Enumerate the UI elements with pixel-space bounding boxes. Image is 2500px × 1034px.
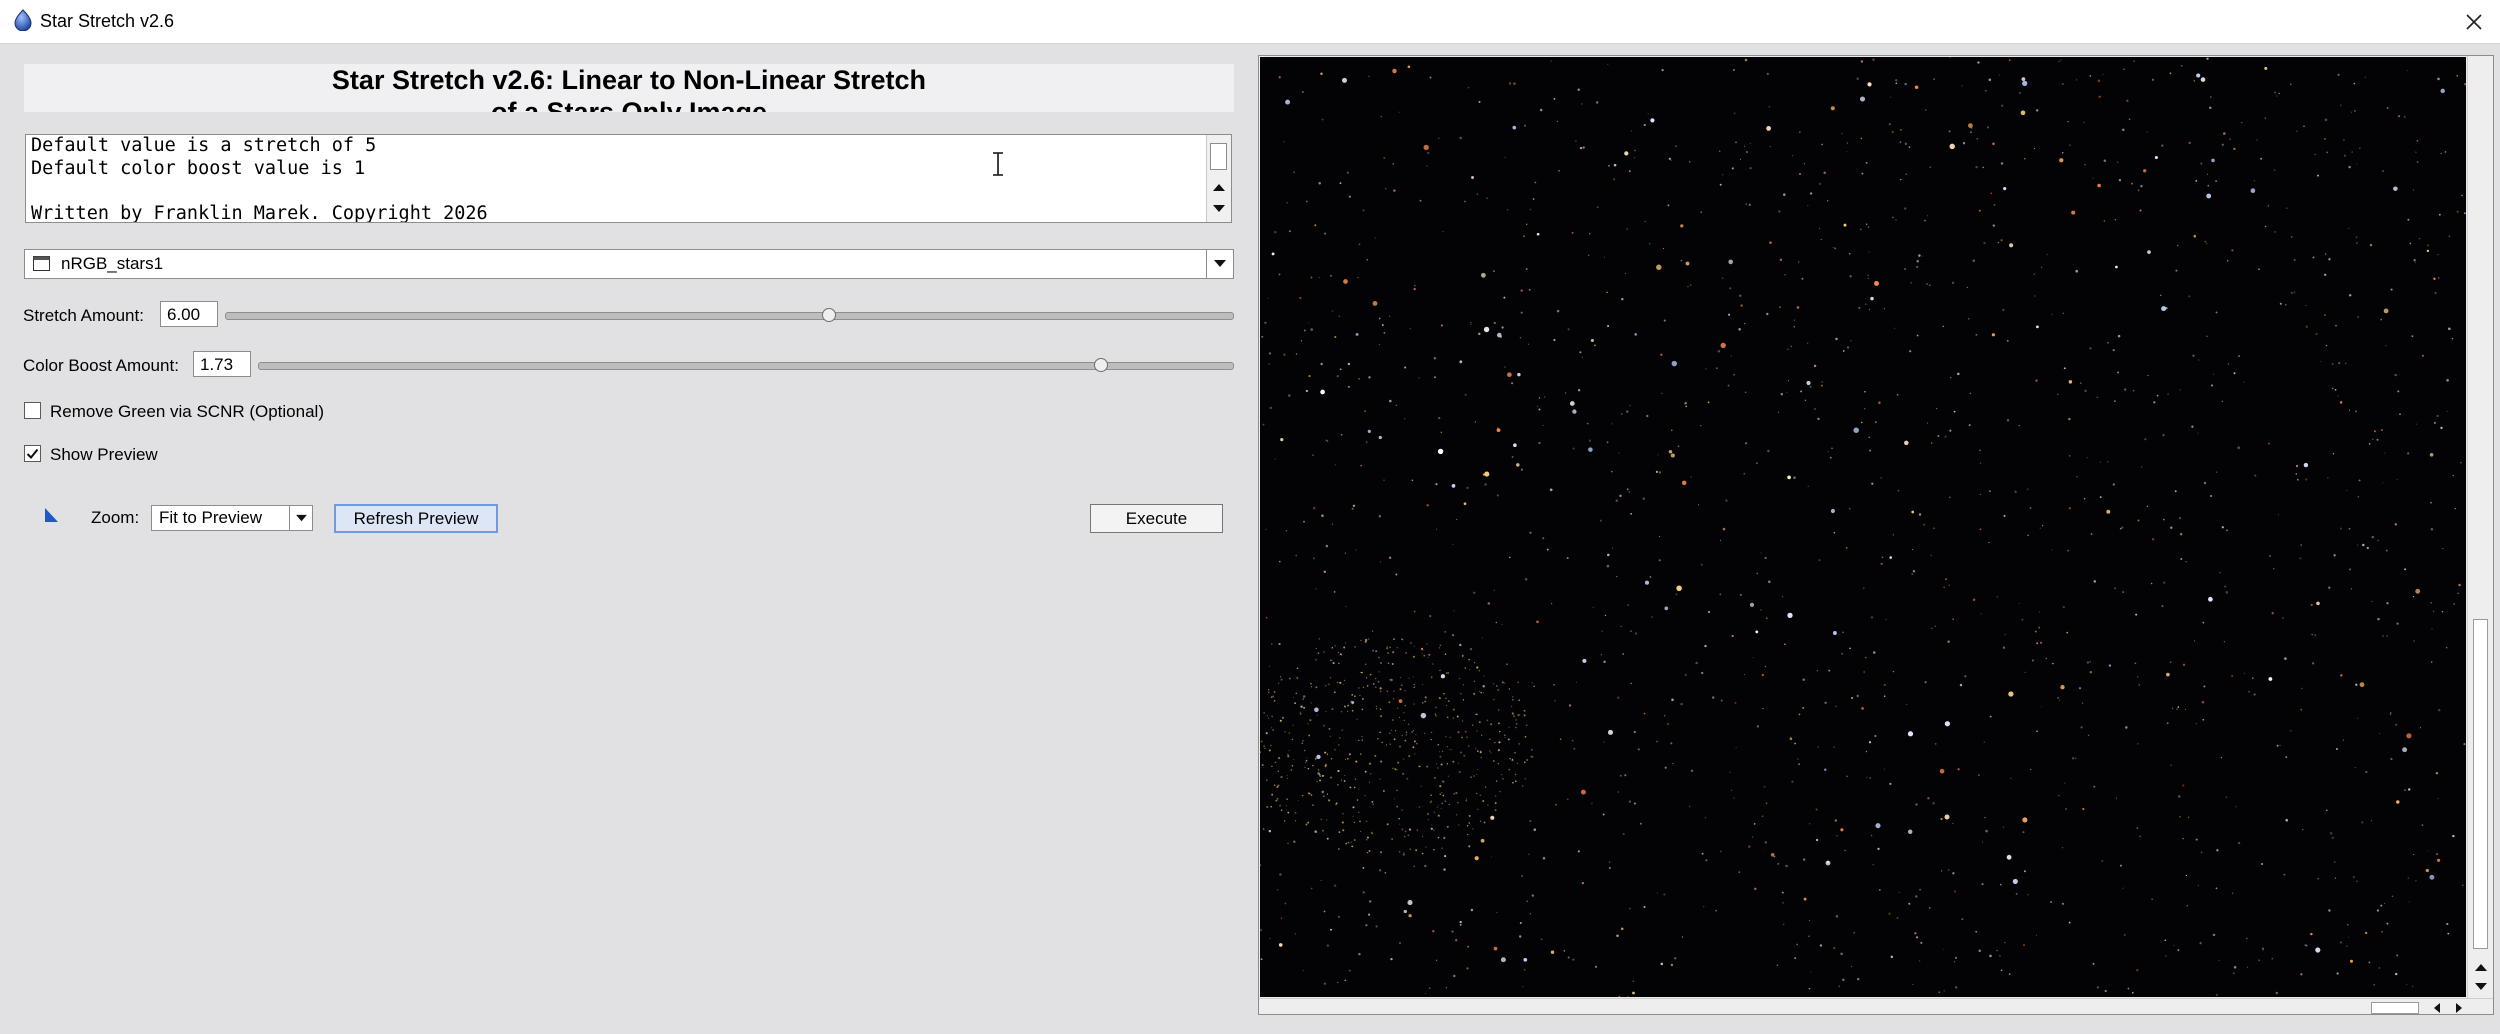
remove-green-label: Remove Green via SCNR (Optional) [50, 402, 324, 421]
target-image-select[interactable]: nRGB_stars1 [24, 249, 1234, 279]
zoom-select[interactable]: Fit to Preview [151, 505, 313, 531]
scroll-down-icon[interactable] [1210, 200, 1228, 218]
info-text-area[interactable]: Default value is a stretch of 5 Default … [25, 134, 1232, 223]
script-header: Star Stretch v2.6: Linear to Non-Linear … [24, 64, 1234, 112]
scroll-up-icon[interactable] [2473, 960, 2489, 974]
close-icon [2466, 13, 2482, 30]
title-bar: Star Stretch v2.6 [0, 0, 2500, 44]
preview-horizontal-scrollbar[interactable] [1259, 998, 2493, 1015]
target-image-value: nRGB_stars1 [61, 254, 164, 273]
preview-panel [1258, 55, 2494, 1015]
app-logo-icon [14, 9, 32, 31]
chevron-down-icon [295, 514, 307, 521]
header-title-line-2: of a Stars Only Image [490, 97, 768, 112]
stretch-amount-label: Stretch Amount: [23, 306, 144, 325]
resize-corner-icon[interactable] [43, 507, 59, 523]
preview-image[interactable] [1260, 57, 2466, 997]
checkmark-icon [26, 448, 39, 459]
window-title: Star Stretch v2.6 [40, 11, 175, 31]
color-boost-slider-handle[interactable] [1093, 358, 1108, 372]
color-boost-input[interactable]: 1.73 [193, 351, 251, 377]
target-image-dropdown-button[interactable] [1206, 250, 1233, 278]
zoom-value: Fit to Preview [159, 508, 262, 527]
scroll-up-icon[interactable] [1210, 178, 1228, 196]
header-title-line-1: Star Stretch v2.6: Linear to Non-Linear … [331, 65, 927, 95]
preview-horizontal-scroll-thumb[interactable] [2371, 1002, 2419, 1014]
scroll-left-icon[interactable] [2430, 1001, 2444, 1015]
execute-button[interactable]: Execute [1090, 504, 1223, 533]
remove-green-checkbox[interactable] [24, 402, 41, 419]
show-preview-checkbox[interactable] [24, 445, 41, 462]
zoom-label: Zoom: [91, 508, 140, 527]
text-cursor-icon [993, 152, 1003, 176]
show-preview-label: Show Preview [50, 445, 158, 464]
zoom-dropdown-button[interactable] [289, 506, 312, 530]
stretch-amount-slider[interactable] [225, 312, 1234, 320]
close-button[interactable] [2448, 0, 2500, 43]
stretch-amount-input[interactable]: 6.00 [160, 301, 218, 327]
window-icon [33, 256, 50, 271]
info-scrollbar[interactable] [1206, 135, 1231, 222]
preview-vertical-scrollbar[interactable] [2467, 56, 2493, 998]
refresh-preview-button[interactable]: Refresh Preview [334, 504, 498, 533]
chevron-down-icon [1214, 260, 1226, 267]
info-text: Default value is a stretch of 5 Default … [31, 135, 488, 223]
color-boost-label: Color Boost Amount: [23, 356, 179, 375]
info-scroll-thumb[interactable] [1210, 143, 1227, 170]
scroll-right-icon[interactable] [2452, 1001, 2466, 1015]
dialog-body: Star Stretch v2.6: Linear to Non-Linear … [0, 44, 2500, 1034]
starfield [1260, 57, 2466, 997]
color-boost-slider[interactable] [258, 362, 1234, 370]
scroll-down-icon[interactable] [2473, 980, 2489, 994]
preview-vertical-scroll-thumb[interactable] [2473, 619, 2488, 949]
